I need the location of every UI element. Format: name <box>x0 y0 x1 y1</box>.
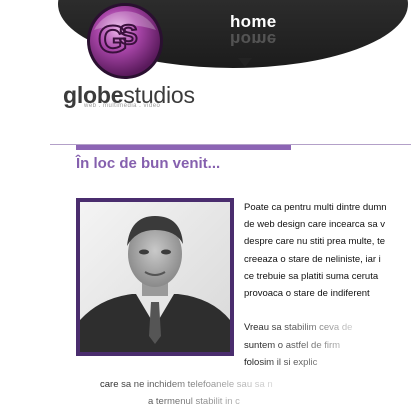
portrait-photo <box>76 198 234 356</box>
intro-text-wide: care sa ne inchidem telefoanele sau sa n… <box>100 376 411 410</box>
intro-line: suntem o astfel de firm <box>244 339 341 351</box>
intro-line: ce trebuie sa platiti suma ceruta <box>244 270 379 282</box>
intro-line: provoaca o stare de indiferent <box>244 287 370 299</box>
brand-tagline: web . multimedia . video <box>84 103 161 109</box>
nav-home-reflection: home <box>230 30 277 49</box>
intro-line: care sa ne inchidem telefoanele sau sa n <box>100 379 273 390</box>
active-nav-pointer-icon <box>238 58 252 67</box>
intro-line <box>244 302 411 319</box>
globe-logo-icon[interactable]: G S <box>84 0 166 82</box>
portrait-image <box>80 202 230 352</box>
intro-line: despre care nu stiti prea multe, te <box>244 236 385 248</box>
intro-line: Vreau sa stabilim ceva de <box>244 322 353 334</box>
svg-text:S: S <box>119 19 138 50</box>
intro-line: a termenul stabilit in c <box>148 396 240 408</box>
intro-line: Poate ca pentru multi dintre dumn <box>244 202 387 213</box>
intro-text: Poate ca pentru multi dintre dumn de web… <box>244 199 411 371</box>
intro-line: creeaza o stare de neliniste, iar i <box>244 253 381 265</box>
section-title: În loc de bun venit... <box>76 155 221 172</box>
content-divider-accent <box>76 145 291 150</box>
header-bar <box>0 0 411 68</box>
intro-line: de web design care incearca sa v <box>244 219 385 231</box>
intro-line: folosim il si explic <box>244 356 318 368</box>
